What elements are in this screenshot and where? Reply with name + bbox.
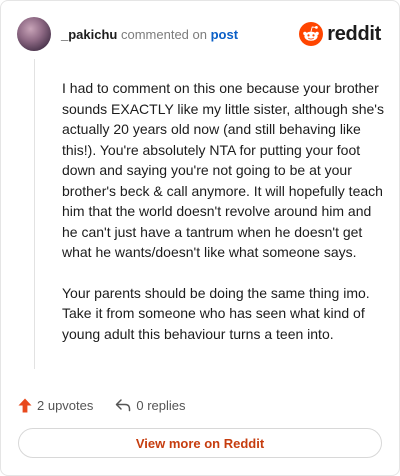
comment-paragraph: Your parents should be doing the same th… bbox=[62, 284, 370, 342]
thread-line bbox=[34, 59, 35, 369]
reddit-wordmark: reddit bbox=[327, 23, 381, 45]
comment-paragraph: I had to comment on this one because you… bbox=[62, 80, 384, 260]
reddit-logo[interactable]: reddit bbox=[299, 22, 381, 46]
reply-button[interactable]: 0 replies bbox=[115, 397, 186, 413]
comment-meta: _pakichu commented on post bbox=[61, 27, 238, 43]
comment-header: _pakichu commented on post reddit bbox=[17, 17, 383, 51]
comment-body: I had to comment on this one because you… bbox=[62, 78, 387, 364]
reply-arrow-icon bbox=[116, 399, 131, 412]
comment-actions: 2 upvotes 0 replies bbox=[18, 395, 186, 415]
embedded-comment-card: _pakichu commented on post reddit I had … bbox=[0, 0, 400, 476]
reddit-snoo-icon bbox=[299, 22, 324, 46]
reply-count: 0 replies bbox=[136, 397, 186, 413]
upvote-count: 2 upvotes bbox=[37, 397, 94, 413]
upvote-arrow-icon bbox=[18, 398, 32, 412]
post-link[interactable]: post bbox=[211, 27, 238, 42]
upvote-button[interactable]: 2 upvotes bbox=[18, 398, 93, 413]
username[interactable]: _pakichu bbox=[61, 27, 117, 42]
user-avatar[interactable] bbox=[17, 17, 51, 51]
action-text: commented on bbox=[120, 27, 207, 42]
view-more-button[interactable]: View more on Reddit bbox=[18, 428, 382, 458]
